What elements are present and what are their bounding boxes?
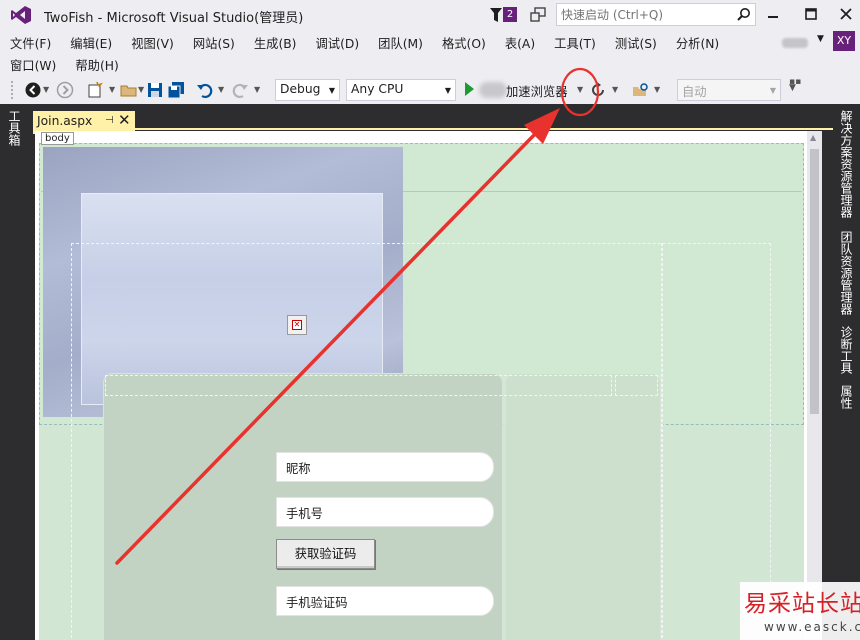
vertical-scrollbar[interactable]: ▲ <box>807 131 822 640</box>
find-in-files-icon[interactable] <box>632 81 650 99</box>
save-all-icon[interactable] <box>167 81 185 99</box>
minimize-button[interactable] <box>762 4 784 24</box>
user-name[interactable] <box>782 38 808 48</box>
notification-flag-icon[interactable] <box>489 7 503 23</box>
solution-config-select[interactable]: Debug ▼ <box>275 79 340 101</box>
find-dropdown-icon[interactable]: ▼ <box>654 85 660 94</box>
target-disabled-select: 自动 ▼ <box>677 79 781 101</box>
watermark-title: 易采站长站 <box>744 591 860 617</box>
solution-platform-value: Any CPU <box>351 82 404 96</box>
body-tag-breadcrumb[interactable]: body <box>41 132 74 145</box>
menu-table[interactable]: 表(A) <box>495 32 544 52</box>
menu-format[interactable]: 格式(O) <box>432 32 495 52</box>
user-menu-caret-icon[interactable]: ▼ <box>817 34 824 44</box>
undo-dropdown-icon[interactable]: ▼ <box>218 85 224 94</box>
feedback-icon[interactable] <box>530 7 546 23</box>
phone-placeholder: 手机号 <box>286 507 323 521</box>
nickname-placeholder: 昵称 <box>286 462 311 476</box>
left-dock: 工具箱 <box>0 104 26 640</box>
new-dropdown-icon[interactable]: ▼ <box>109 85 115 94</box>
open-dropdown-icon[interactable]: ▼ <box>138 85 144 94</box>
redo-dropdown-icon[interactable]: ▼ <box>254 85 260 94</box>
close-tab-icon[interactable]: ✕ <box>118 111 131 129</box>
menu-window[interactable]: 窗口(W) <box>0 54 65 74</box>
search-icon[interactable] <box>737 7 751 21</box>
properties-tab[interactable]: 属性 <box>838 385 855 409</box>
browser-dropdown-icon[interactable]: ▼ <box>577 85 583 94</box>
get-code-button[interactable]: 获取验证码 <box>276 539 375 569</box>
pin-icon[interactable]: ⊣ <box>105 115 114 126</box>
nickname-field[interactable]: 昵称 <box>276 452 494 482</box>
start-browser-label[interactable]: 加速浏览器 <box>506 82 568 100</box>
menu-build[interactable]: 生成(B) <box>244 32 306 52</box>
form-header-cell <box>105 375 612 396</box>
visual-studio-logo-icon <box>11 6 31 24</box>
menu-website[interactable]: 网站(S) <box>183 32 244 52</box>
solution-explorer-tab[interactable]: 解决方案资源管理器 <box>838 110 855 218</box>
menu-team[interactable]: 团队(M) <box>368 32 432 52</box>
standard-toolbar: ▼ ▼ ▼ ▼ ▼ Debug ▼ Any CPU ▼ 加速浏览器 ▼ ▼ ▼ <box>0 76 860 104</box>
refresh-dropdown-icon[interactable]: ▼ <box>612 85 618 94</box>
navigate-forward-icon[interactable] <box>56 81 74 99</box>
quick-launch-box[interactable] <box>556 3 756 26</box>
toolbox-tab[interactable]: 工具箱 <box>6 110 23 146</box>
target-disabled-value: 自动 <box>682 85 707 99</box>
chevron-down-icon: ▼ <box>444 86 451 95</box>
tab-title: Join.aspx <box>37 114 93 128</box>
menu-analyze[interactable]: 分析(N) <box>666 32 728 52</box>
new-project-icon[interactable] <box>86 81 104 99</box>
form-header-cell-right <box>615 375 658 396</box>
menu-debug[interactable]: 调试(D) <box>305 32 368 52</box>
watermark-url: www.easck.com <box>764 620 860 634</box>
menu-bar: 文件(F) 编辑(E) 视图(V) 网站(S) 生成(B) 调试(D) 团队(M… <box>0 30 860 74</box>
menu-edit[interactable]: 编辑(E) <box>60 32 121 52</box>
form-panel-right <box>505 373 661 640</box>
chevron-down-icon: ▼ <box>328 86 335 95</box>
diagnostic-tools-tab[interactable]: 诊断工具 <box>838 326 855 374</box>
right-dock: 解决方案资源管理器 团队资源管理器 诊断工具 属性 <box>833 104 860 640</box>
menu-test[interactable]: 测试(S) <box>605 32 666 52</box>
menu-file[interactable]: 文件(F) <box>0 32 60 52</box>
broken-image-placeholder[interactable]: ✕ <box>287 315 307 335</box>
notification-badge[interactable]: 2 <box>503 7 517 22</box>
title-bar: TwoFish - Microsoft Visual Studio(管理员) 2 <box>0 0 860 30</box>
code-placeholder: 手机验证码 <box>286 596 348 610</box>
open-folder-icon[interactable] <box>120 81 138 99</box>
back-dropdown-icon[interactable]: ▼ <box>43 85 49 94</box>
chevron-down-icon: ▼ <box>769 86 776 95</box>
menu-tools[interactable]: 工具(T) <box>544 32 605 52</box>
phone-field[interactable]: 手机号 <box>276 497 494 527</box>
close-window-button[interactable] <box>835 4 857 24</box>
scrollbar-thumb[interactable] <box>810 149 819 414</box>
tab-underline <box>33 128 833 130</box>
navigate-back-icon[interactable] <box>24 81 42 99</box>
quick-launch-input[interactable] <box>557 4 727 25</box>
menu-view[interactable]: 视图(V) <box>121 32 183 52</box>
broken-image-icon: ✕ <box>292 320 302 330</box>
code-field[interactable]: 手机验证码 <box>276 586 494 616</box>
solution-config-value: Debug <box>280 82 321 96</box>
layout-column-divider <box>661 243 663 640</box>
toolbar-grip[interactable] <box>10 80 14 100</box>
solution-platform-select[interactable]: Any CPU ▼ <box>346 79 456 101</box>
avatar[interactable]: XY <box>833 31 855 51</box>
start-target-blurred[interactable] <box>479 82 507 98</box>
toolbar-overflow-icon[interactable]: ▪▪ ▼ <box>789 78 801 93</box>
window-title: TwoFish - Microsoft Visual Studio(管理员) <box>44 11 304 26</box>
menu-help[interactable]: 帮助(H) <box>65 54 127 74</box>
browser-link-refresh-icon[interactable] <box>589 81 607 99</box>
team-explorer-tab[interactable]: 团队资源管理器 <box>838 231 855 315</box>
redo-icon[interactable] <box>231 81 249 99</box>
document-area: Join.aspx ⊣ ✕ body ✕ 昵称 手机号 获取验证码 手机验证码 … <box>26 104 833 640</box>
save-icon[interactable] <box>146 81 164 99</box>
maximize-button[interactable] <box>800 4 822 24</box>
start-debugging-icon[interactable] <box>465 82 474 96</box>
design-surface[interactable]: body ✕ 昵称 手机号 获取验证码 手机验证码 <box>35 131 816 640</box>
scroll-up-icon[interactable]: ▲ <box>810 133 816 142</box>
watermark: 易采站长站 www.easck.com <box>740 582 860 640</box>
undo-icon[interactable] <box>196 81 214 99</box>
